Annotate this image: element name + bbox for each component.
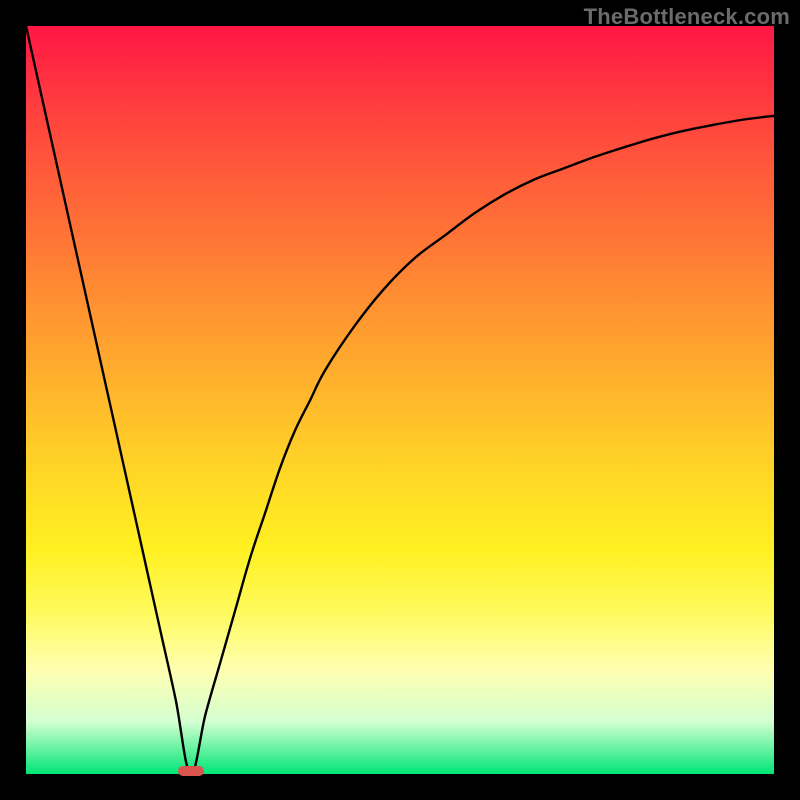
curve-svg bbox=[26, 26, 774, 774]
watermark-text: TheBottleneck.com bbox=[584, 4, 790, 30]
plot-area bbox=[26, 26, 774, 774]
minimum-marker bbox=[178, 766, 204, 776]
chart-frame: TheBottleneck.com bbox=[0, 0, 800, 800]
bottleneck-curve bbox=[26, 26, 774, 774]
